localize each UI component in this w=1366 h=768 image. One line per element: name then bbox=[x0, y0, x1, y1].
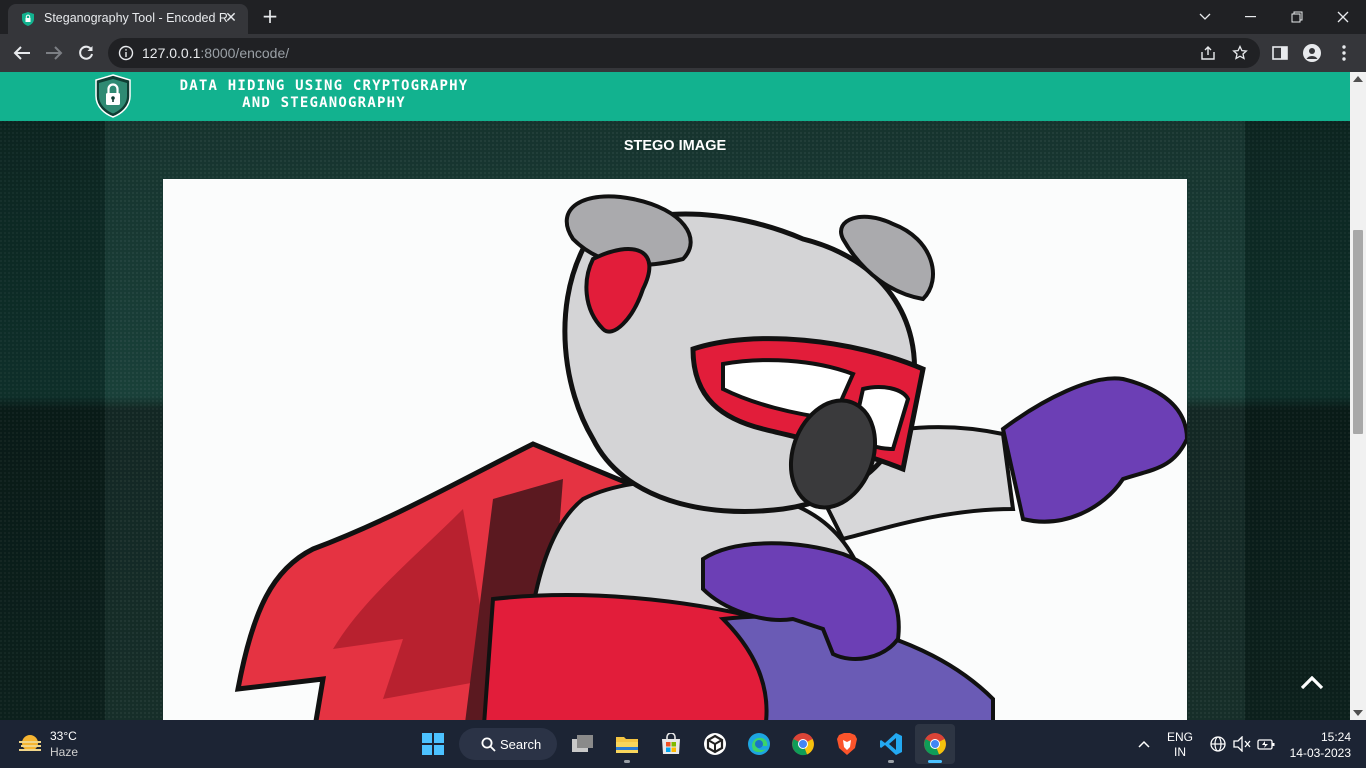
minimize-icon[interactable] bbox=[1228, 0, 1274, 34]
chrome-active-icon[interactable] bbox=[915, 724, 955, 764]
site-header: DATA HIDING USING CRYPTOGRAPHY AND STEGA… bbox=[0, 72, 1350, 121]
tab-close-icon[interactable]: ✕ bbox=[224, 11, 238, 25]
stego-image bbox=[163, 179, 1187, 720]
brave-icon[interactable] bbox=[827, 724, 867, 764]
weather-widget[interactable]: 33°C Haze bbox=[16, 728, 116, 760]
page-viewport: DATA HIDING USING CRYPTOGRAPHY AND STEGA… bbox=[0, 72, 1350, 720]
weather-temperature: 33°C bbox=[50, 729, 77, 743]
profile-avatar-icon[interactable] bbox=[1302, 43, 1322, 63]
input-language-indicator[interactable]: ENG IN bbox=[1164, 730, 1196, 760]
tab-search-chevron-icon[interactable] bbox=[1182, 0, 1228, 34]
new-tab-button[interactable]: + bbox=[258, 6, 282, 28]
url-text[interactable]: 127.0.0.1:8000/encode/ bbox=[142, 45, 289, 61]
edge-icon[interactable] bbox=[739, 724, 779, 764]
scroll-down-arrow-icon[interactable] bbox=[1353, 710, 1363, 716]
task-view-icon[interactable] bbox=[563, 724, 603, 764]
side-panel-icon[interactable] bbox=[1270, 43, 1290, 63]
unity-icon[interactable] bbox=[695, 724, 735, 764]
chrome-icon[interactable] bbox=[783, 724, 823, 764]
taskbar-clock[interactable]: 15:24 14-03-2023 bbox=[1284, 729, 1356, 761]
shield-favicon-icon bbox=[22, 12, 34, 26]
taskbar-search-box[interactable]: Search bbox=[459, 728, 557, 760]
scroll-up-arrow-icon[interactable] bbox=[1353, 76, 1363, 82]
weather-condition: Haze bbox=[50, 745, 79, 759]
close-window-icon[interactable] bbox=[1320, 0, 1366, 34]
shield-lock-icon[interactable] bbox=[94, 74, 132, 118]
tab-title: Steganography Tool - Encoded Result bbox=[44, 11, 228, 25]
section-title: STEGO IMAGE bbox=[623, 138, 727, 154]
more-menu-icon[interactable] bbox=[1334, 43, 1354, 63]
address-bar[interactable]: 127.0.0.1:8000/encode/ bbox=[108, 38, 1260, 68]
scroll-to-top-icon[interactable] bbox=[1294, 668, 1330, 698]
search-icon bbox=[481, 737, 496, 752]
koala-superhero-illustration bbox=[163, 179, 1187, 720]
reload-icon[interactable] bbox=[74, 41, 98, 65]
taskbar-search-label: Search bbox=[500, 737, 542, 752]
windows-taskbar: 33°C Haze Search ENG IN 15:24 14-03-2023 bbox=[0, 720, 1366, 768]
bookmark-star-icon[interactable] bbox=[1232, 45, 1248, 61]
page-scrollbar[interactable] bbox=[1350, 72, 1366, 720]
store-icon[interactable] bbox=[651, 724, 691, 764]
browser-tab-active[interactable]: Steganography Tool - Encoded Result ✕ bbox=[8, 4, 248, 34]
share-icon[interactable] bbox=[1200, 45, 1216, 61]
forward-arrow-icon[interactable] bbox=[42, 41, 66, 65]
battery-charging-icon[interactable] bbox=[1252, 724, 1280, 764]
site-info-icon[interactable] bbox=[118, 45, 134, 61]
vscode-icon[interactable] bbox=[871, 724, 911, 764]
scrollbar-thumb[interactable] bbox=[1353, 230, 1363, 434]
show-hidden-icons-chevron-icon[interactable] bbox=[1126, 724, 1162, 764]
site-brand-title[interactable]: DATA HIDING USING CRYPTOGRAPHY AND STEGA… bbox=[144, 78, 504, 112]
file-explorer-icon[interactable] bbox=[607, 724, 647, 764]
browser-titlebar: Steganography Tool - Encoded Result ✕ + bbox=[0, 0, 1366, 34]
back-arrow-icon[interactable] bbox=[10, 41, 34, 65]
haze-sun-icon bbox=[19, 735, 41, 751]
restore-icon[interactable] bbox=[1274, 0, 1320, 34]
start-icon[interactable] bbox=[413, 724, 453, 764]
browser-toolbar: 127.0.0.1:8000/encode/ bbox=[0, 34, 1366, 72]
